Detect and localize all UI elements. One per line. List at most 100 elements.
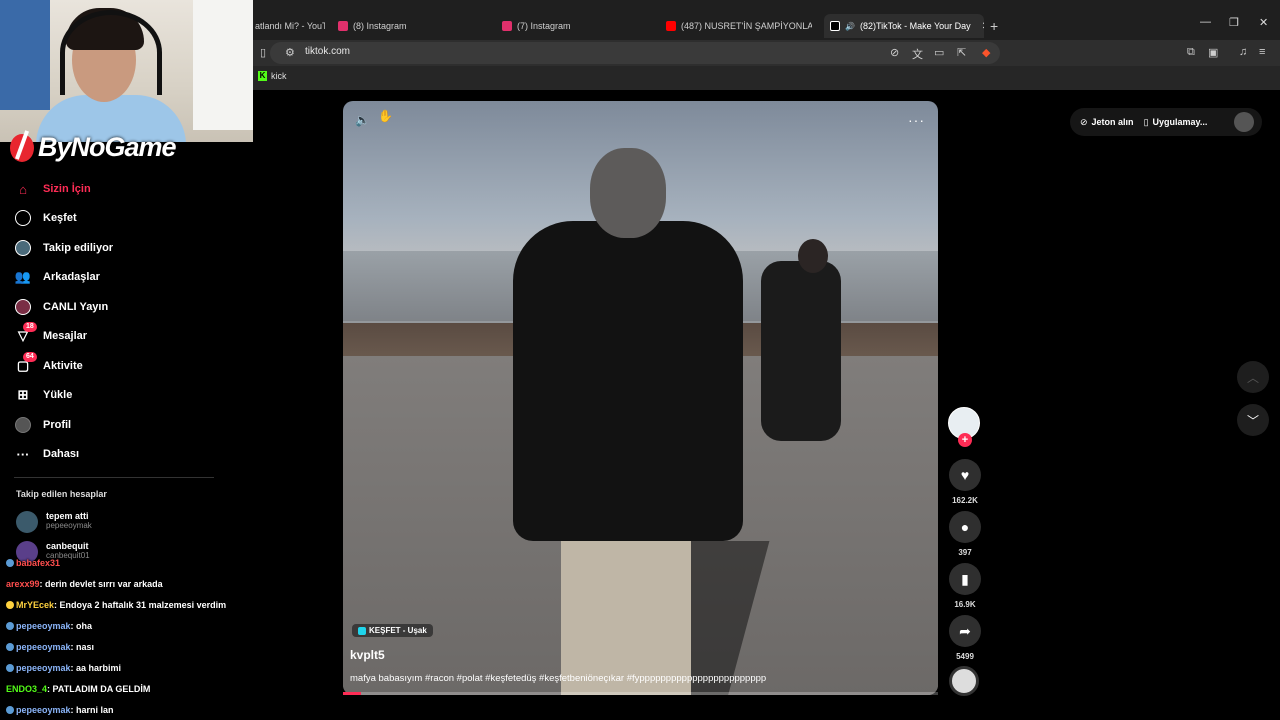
chat-message: arexx99: derin devlet sırrı var arkada — [6, 579, 163, 589]
save-count: 16.9K — [954, 600, 976, 609]
like-action[interactable]: ♥ 162.2K — [947, 459, 983, 505]
tab-label: (7) Instagram — [517, 21, 571, 31]
sidebar-item-profile[interactable]: Profil — [14, 414, 214, 436]
tab-label: (487) NUSRET'İN ŞAMPİYONLAR LİG — [681, 21, 812, 31]
bookmark-label: kick — [271, 71, 287, 81]
cast-icon[interactable]: ▭ — [934, 46, 944, 59]
more-icon: ··· — [16, 446, 30, 462]
sidebar-item-messages[interactable]: ▽ 18 Mesajlar — [14, 322, 214, 347]
location-tag[interactable]: KEŞFET - Uşak — [352, 624, 433, 637]
site-info-icon[interactable]: ⚙ — [285, 46, 295, 59]
share-icon[interactable]: ⇱ — [957, 46, 966, 59]
previous-video-button[interactable]: ︿ — [1237, 361, 1269, 393]
header-actions: ⊘ Jeton alın ▯ Uygulamay... — [1070, 108, 1262, 136]
chat-text: PATLADIM DA GELDİM — [52, 684, 151, 694]
sidebar-item-upload[interactable]: ⊞ Yükle — [14, 384, 214, 406]
chat-user: pepeeoymak — [16, 621, 71, 631]
next-video-button[interactable]: ﹀ — [1237, 404, 1269, 436]
chat-message: pepeeoymak: harni lan — [6, 705, 114, 715]
chat-user: babafex31 — [16, 558, 61, 568]
sidebar-item-live[interactable]: CANLI Yayın — [14, 296, 214, 318]
chat-message: pepeeoymak: aa harbimi — [6, 663, 121, 673]
tab-instagram-2[interactable]: (7) Instagram — [502, 14, 652, 38]
video-player[interactable] — [343, 101, 938, 695]
close-tab-icon[interactable]: ✕ — [982, 21, 984, 32]
share-arrow-icon[interactable]: ➦ — [949, 615, 981, 647]
video-progress-bar[interactable] — [343, 692, 938, 695]
tiktok-icon — [830, 21, 840, 31]
sidebar-item-label: Keşfet — [43, 212, 77, 224]
minimize-button[interactable]: — — [1200, 16, 1211, 28]
account-handle: pepeeoymak — [46, 521, 92, 530]
bynogame-logo: ByNoGame — [10, 132, 177, 163]
tab-youtube-1[interactable]: atlandı Mi? - YouTu — [255, 14, 325, 38]
logo-text: ByNoGame — [38, 132, 177, 162]
volume-icon[interactable]: 🔈 — [355, 113, 373, 131]
live-icon — [14, 298, 32, 316]
account-name: tepem atti — [46, 511, 89, 521]
share-action[interactable]: ➦ 5499 — [947, 615, 983, 661]
video-author[interactable]: kvplt5 — [350, 648, 385, 662]
comment-icon[interactable]: ● — [949, 511, 981, 543]
messages-icon: ▽ 18 — [14, 322, 37, 345]
music-icon[interactable]: ♫ — [1239, 46, 1247, 58]
webcam-overlay — [0, 0, 253, 142]
sidebar-item-for-you[interactable]: ⌂ Sizin İçin — [14, 178, 214, 200]
sidebar-item-label: Yükle — [43, 389, 73, 401]
chat-user: pepeeoymak — [16, 705, 71, 715]
wallet-icon[interactable]: ▣ — [1208, 46, 1218, 59]
chevron-up-icon: ︿ — [1246, 370, 1259, 385]
translate-icon[interactable]: 文 — [912, 46, 923, 62]
comment-action[interactable]: ● 397 — [947, 511, 983, 557]
followed-account[interactable]: tepem atti pepeeoymak — [16, 511, 92, 533]
home-icon: ⌂ — [19, 181, 27, 197]
menu-icon[interactable]: ≡ — [1259, 46, 1265, 58]
follow-plus-icon[interactable]: + — [958, 433, 972, 447]
chat-message: pepeeoymak: nası — [6, 642, 94, 652]
badge-icon — [6, 664, 14, 672]
chat-message: MrYEcek: Endoya 2 haftalık 31 malzemesi … — [6, 600, 226, 610]
badge-icon — [6, 643, 14, 651]
bookmark-icon[interactable]: ▯ — [260, 46, 266, 59]
sidebar-item-more[interactable]: ··· Dahası — [14, 443, 214, 465]
profile-icon — [14, 416, 32, 434]
bookmark-save-icon[interactable]: ▮ — [949, 563, 981, 595]
sound-disc[interactable] — [949, 666, 979, 696]
sidebar-item-label: Mesajlar — [43, 330, 88, 342]
chat-text: oha — [76, 621, 93, 631]
bookmarks-bar — [250, 66, 1280, 90]
sidebar-item-following[interactable]: Takip ediliyor — [14, 237, 214, 259]
tab-tiktok[interactable]: 🔊 (82)TikTok - Make Your Day ✕ — [824, 14, 984, 38]
activity-icon: ▢ 64 — [14, 352, 37, 375]
sidebar-item-activity[interactable]: ▢ 64 Aktivite — [14, 352, 214, 377]
new-tab-button[interactable]: + — [990, 18, 998, 34]
sidebar-item-explore[interactable]: Keşfet — [14, 207, 214, 229]
phone-icon: ▯ — [1143, 116, 1149, 127]
hand-cursor-icon: ✋ — [378, 109, 393, 123]
heart-icon[interactable]: ♥ — [949, 459, 981, 491]
tab-youtube-2[interactable]: (487) NUSRET'İN ŞAMPİYONLAR LİG — [666, 14, 812, 38]
sidebar-item-label: Aktivite — [43, 360, 83, 372]
chat-user: pepeeoymak — [16, 642, 71, 652]
sidebar-divider — [14, 477, 214, 478]
user-avatar[interactable] — [1234, 112, 1254, 132]
tab-instagram-1[interactable]: (8) Instagram — [338, 14, 488, 38]
save-action[interactable]: ▮ 16.9K — [947, 563, 983, 609]
bookmark-kick[interactable]: K kick — [258, 71, 287, 81]
messages-badge: 18 — [23, 322, 37, 332]
tab-label: atlandı Mi? - YouTu — [255, 21, 325, 31]
url-text[interactable]: tiktok.com — [305, 46, 350, 57]
more-options-icon[interactable]: ··· — [908, 112, 925, 128]
no-tracking-icon[interactable]: ⊘ — [890, 46, 899, 59]
maximize-button[interactable]: ❐ — [1229, 16, 1239, 29]
sidebar-item-friends[interactable]: 👥 Arkadaşlar — [14, 266, 214, 288]
sidebar-item-label: Arkadaşlar — [43, 271, 100, 283]
brave-shield-icon[interactable]: ◆ — [982, 46, 990, 59]
get-app-button[interactable]: Uygulamay... — [1153, 117, 1208, 127]
sidebar-item-label: Profil — [43, 419, 72, 431]
get-coins-button[interactable]: Jeton alın — [1092, 117, 1134, 127]
following-accounts-title: Takip edilen hesaplar — [16, 489, 107, 499]
location-label: KEŞFET - Uşak — [369, 626, 427, 635]
extensions-icon[interactable]: ⧉ — [1187, 46, 1195, 59]
close-window-button[interactable]: ✕ — [1259, 16, 1268, 29]
